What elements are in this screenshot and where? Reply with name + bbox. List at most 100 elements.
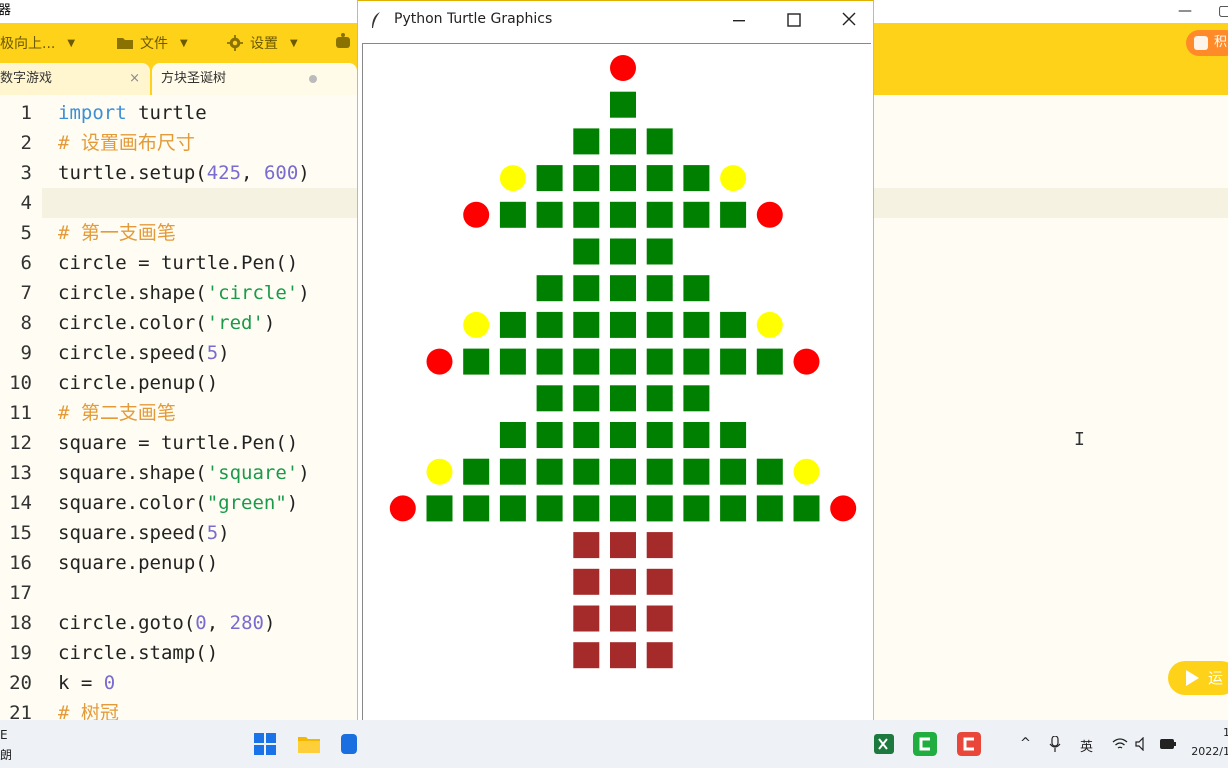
green-app-icon[interactable] (913, 732, 937, 756)
code-line[interactable]: import turtle (58, 98, 207, 128)
code-token: square.penup() (58, 552, 219, 574)
tree-square-stamp (683, 165, 710, 192)
toolbar-direction-menu[interactable]: 极向上... ▼ (0, 33, 75, 53)
tree-square-stamp (536, 458, 563, 485)
close-icon[interactable] (834, 7, 864, 33)
editor-right-area[interactable] (872, 95, 1228, 720)
tree-square-stamp (536, 385, 563, 412)
tree-square-stamp (536, 275, 563, 302)
line-number: 13 (9, 462, 32, 484)
windows-start-icon[interactable] (253, 732, 277, 756)
tree-square-stamp (573, 495, 600, 522)
code-line[interactable]: square.shape('square') (58, 458, 310, 488)
restore-icon[interactable]: ▢ (1218, 0, 1228, 22)
tree-square-stamp (536, 165, 563, 192)
tree-square-stamp (573, 422, 600, 448)
toolbar-robot-button[interactable] (334, 33, 352, 49)
tree-square-stamp (610, 348, 636, 375)
battery-icon[interactable] (1159, 737, 1177, 751)
code-line[interactable]: circle = turtle.Pen() (58, 248, 298, 278)
volume-icon[interactable] (1135, 737, 1149, 751)
tree-square-stamp (646, 422, 673, 448)
run-button[interactable]: 运 (1168, 661, 1228, 695)
chevron-up-icon[interactable]: ^ (1020, 736, 1031, 751)
code-line[interactable]: square.speed(5) (58, 518, 230, 548)
code-line[interactable]: # 第二支画笔 (58, 398, 176, 428)
clock[interactable]: 1 2022/1 (1190, 726, 1228, 758)
tree-square-stamp (573, 165, 600, 192)
minimize-icon[interactable]: — (1178, 0, 1192, 22)
tree-square-stamp (499, 311, 526, 338)
close-icon[interactable]: × (129, 63, 140, 95)
microphone-icon[interactable] (1049, 736, 1061, 752)
tree-square-stamp (573, 348, 600, 375)
browser-icon[interactable] (341, 732, 357, 756)
code-token: circle.color( (58, 312, 207, 334)
code-token: # 第二支画笔 (58, 402, 176, 424)
tree-square-stamp (720, 422, 747, 448)
yellow-ornament-stamp (499, 165, 526, 192)
robot-icon (336, 33, 350, 48)
ime-indicator[interactable]: 英 (1080, 736, 1093, 755)
code-line[interactable]: circle.color('red') (58, 308, 275, 338)
code-line[interactable]: k = 0 (58, 668, 115, 698)
code-token: # 树冠 (58, 702, 119, 720)
code-token: "green" (206, 492, 287, 514)
line-gutter: 1 2 3 4 5 6 7 8 9 10 11 12 13 14 15 16 17 18 19 20 21 (0, 95, 42, 720)
tree-square-stamp (499, 422, 526, 448)
code-line[interactable]: circle.stamp() (58, 638, 218, 668)
text-cursor-icon: I (1074, 429, 1085, 450)
tree-square-stamp (463, 458, 490, 485)
tree-square-stamp (683, 311, 710, 338)
code-line[interactable]: circle.shape('circle') (58, 278, 310, 308)
trunk-square-stamp (646, 532, 673, 559)
turtle-window-titlebar[interactable]: Python Turtle Graphics (358, 1, 873, 39)
code-line[interactable]: turtle.setup(425, 600) (58, 158, 310, 188)
points-button[interactable]: 积 (1186, 30, 1228, 56)
minimize-icon[interactable] (724, 7, 754, 33)
toolbar-file-menu[interactable]: 文件 ▼ (116, 33, 188, 53)
trunk-square-stamp (610, 532, 636, 559)
code-token: ) (298, 162, 310, 184)
tree-square-stamp (573, 311, 600, 338)
tree-square-stamp (573, 458, 600, 485)
file-explorer-icon[interactable] (297, 732, 321, 756)
tree-square-stamp (610, 275, 636, 302)
code-editor[interactable]: 1 2 3 4 5 6 7 8 9 10 11 12 13 14 15 16 17 18 19 20 21 import… (0, 95, 357, 720)
code-line[interactable]: square.penup() (58, 548, 218, 578)
red-app-icon[interactable] (957, 732, 981, 756)
code-line[interactable]: circle.speed(5) (58, 338, 230, 368)
tree-square-stamp (610, 458, 636, 485)
tree-square-stamp (646, 495, 673, 522)
code-token: import (58, 102, 127, 124)
tree-square-stamp (610, 385, 636, 412)
code-token: circle.goto( (58, 612, 196, 634)
code-line[interactable]: # 第一支画笔 (58, 218, 176, 248)
code-line[interactable]: circle.penup() (58, 368, 218, 398)
toolbar-settings-menu[interactable]: 设置 ▼ (226, 33, 298, 53)
excel-icon[interactable] (874, 732, 894, 756)
tree-square-stamp (646, 275, 673, 302)
trunk-square-stamp (573, 642, 600, 669)
maximize-icon[interactable] (779, 7, 809, 33)
tab-number-game[interactable]: 数字游戏 × (0, 63, 150, 95)
play-icon (1186, 670, 1199, 686)
code-token: 600 (263, 162, 299, 184)
code-line[interactable]: # 树冠 (58, 698, 119, 720)
code-line[interactable]: # 设置画布尺寸 (58, 128, 195, 158)
line-number: 5 (20, 222, 32, 244)
code-line[interactable]: square = turtle.Pen() (58, 428, 298, 458)
code-line[interactable]: square.color("green") (58, 488, 298, 518)
trunk-square-stamp (573, 568, 600, 595)
tab-christmas-tree[interactable]: 方块圣诞树 (152, 63, 357, 95)
code-token: circle.stamp() (58, 642, 219, 664)
run-label: 运 (1208, 669, 1224, 687)
line-number: 9 (20, 342, 32, 364)
code-line[interactable]: circle.goto(0, 280) (58, 608, 275, 638)
wifi-icon[interactable] (1112, 737, 1128, 751)
turtle-canvas (362, 43, 871, 767)
line-number: 18 (9, 612, 32, 634)
code-token: square.color( (58, 492, 207, 514)
code-token: turtle (126, 102, 207, 124)
tree-square-stamp (793, 495, 820, 522)
